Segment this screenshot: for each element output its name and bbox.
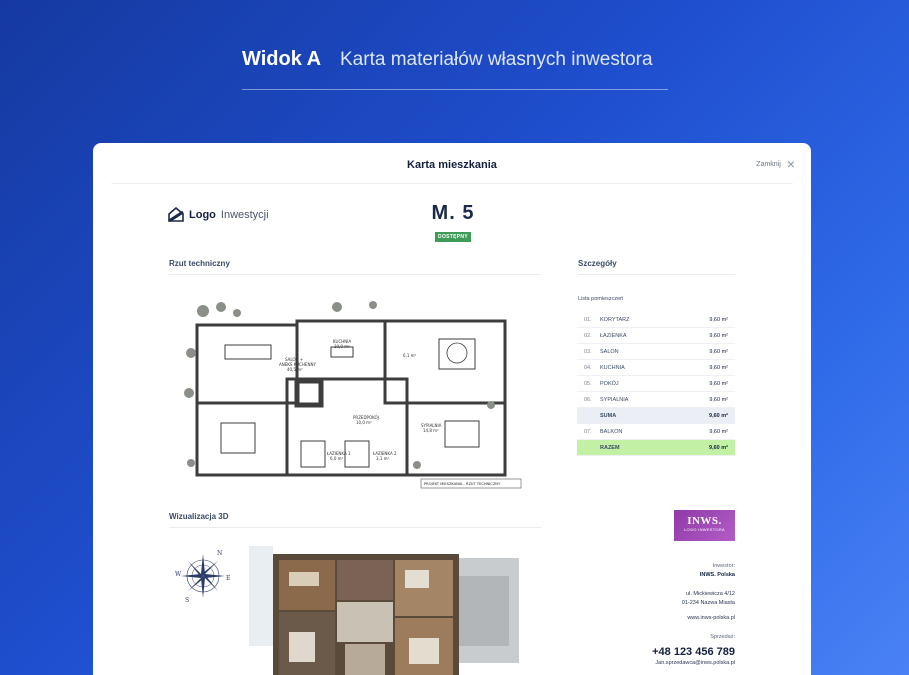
compass-n: N xyxy=(217,550,222,557)
hero-subtitle: Karta materiałów własnych inwestora xyxy=(340,49,653,70)
sales-label: Sprzedaż: xyxy=(710,634,735,640)
plan-label-salon-area: 40,5 m² xyxy=(287,367,303,372)
floor-plan-image[interactable]: SALON + ANEKS KUCHENNY 40,5 m² KUCHNIA 1… xyxy=(177,293,525,489)
table-row: 01. KORYTARZ 9,60 m² xyxy=(577,312,735,328)
compass-e: E xyxy=(226,575,230,582)
house-logo-icon xyxy=(168,207,184,222)
close-label: Zamknij xyxy=(756,161,781,168)
status-badge: DOSTĘPNY xyxy=(435,232,471,242)
table-row: 05. POKÓJ 9,60 m² xyxy=(577,376,735,392)
compass-rose-icon: N E S W xyxy=(175,550,230,604)
details-section-title: Szczegóły xyxy=(578,259,617,268)
table-row: 07. BALKON 9,60 m² xyxy=(577,424,735,440)
close-icon: × xyxy=(786,156,795,172)
compass-s: S xyxy=(185,597,189,604)
plan-label-small-area: 6,1 m² xyxy=(403,353,417,358)
rooms-table: 01. KORYTARZ 9,60 m² 02. ŁAZIENKA 9,60 m² 03… xyxy=(577,312,735,456)
investor-contact: Inwestor: INWS. Polska ul. Mickiewicza 4… xyxy=(652,562,735,668)
logo-bold: Logo xyxy=(189,208,216,221)
table-row: 02. ŁAZIENKA 9,60 m² xyxy=(577,328,735,344)
viz-divider xyxy=(169,527,541,528)
investor-logo: INWS. LOGO INWESTORA xyxy=(674,510,735,541)
sales-phone-link[interactable]: +48 123 456 789 xyxy=(652,645,735,659)
investor-website-link[interactable]: www.inws-polska.pl xyxy=(652,614,735,623)
modal-divider xyxy=(111,183,793,184)
plan-label-lazienka1-area: 6,0 m² xyxy=(330,456,344,461)
investor-address-line1: ul. Mickiewicza 4/12 xyxy=(686,591,735,597)
total-row: RAZEM 9,60 m² xyxy=(577,440,735,456)
details-divider xyxy=(578,274,735,275)
plan-label-lazienka2-area: 3,1 m² xyxy=(376,456,390,461)
close-button[interactable]: Zamknij × xyxy=(756,156,795,172)
unit-header: M. 5 DOSTĘPNY xyxy=(423,202,483,243)
logo-light: Inwestycji xyxy=(220,208,269,221)
viz-section-title: Wizualizacja 3D xyxy=(169,512,229,521)
investor-name: INWS. Polska xyxy=(699,572,735,578)
sum-row: SUMA 9,60 m² xyxy=(577,408,735,424)
plan-label-kuchnia-area: 10,0 m² xyxy=(334,344,350,349)
compass-w: W xyxy=(175,571,182,578)
plan-section-title: Rzut techniczny xyxy=(169,259,230,268)
investor-logo-text: INWS. xyxy=(687,515,722,527)
view-label: Widok A xyxy=(242,48,322,70)
rooms-list-title: Lista pomieszczeń xyxy=(578,296,624,302)
apartment-card-modal: Karta mieszkania Zamknij × Logo Inwestyc… xyxy=(93,143,811,675)
investor-label: Inwestor: xyxy=(712,563,735,569)
plan-footer-label: PROJEKT MIESZKANIA - RZUT TECHNICZNY xyxy=(424,482,501,486)
plan-label-sypialnia-area: 14,8 m² xyxy=(423,428,439,433)
apartment-3d-render[interactable] xyxy=(249,546,519,675)
plan-divider xyxy=(169,274,541,275)
table-row: 04. KUCHNIA 9,60 m² xyxy=(577,360,735,376)
plan-label-przedpokoj-area: 10,0 m² xyxy=(356,420,372,425)
hero-header: Widok A Karta materiałów własnych inwest… xyxy=(242,46,668,90)
unit-number: M. 5 xyxy=(431,202,475,224)
table-row: 03. SALON 9,60 m² xyxy=(577,344,735,360)
modal-title: Karta mieszkania xyxy=(407,159,497,171)
investment-logo: Logo Inwestycji xyxy=(168,207,269,222)
sales-email-link[interactable]: Jan.sprzedawca@inws.polska.pl xyxy=(652,659,735,668)
table-row: 06. SYPIALNIA 9,60 m² xyxy=(577,392,735,408)
investor-logo-subtext: LOGO INWESTORA xyxy=(683,527,726,532)
investor-address-line2: 01-234 Nazwa Miasta xyxy=(681,600,735,606)
